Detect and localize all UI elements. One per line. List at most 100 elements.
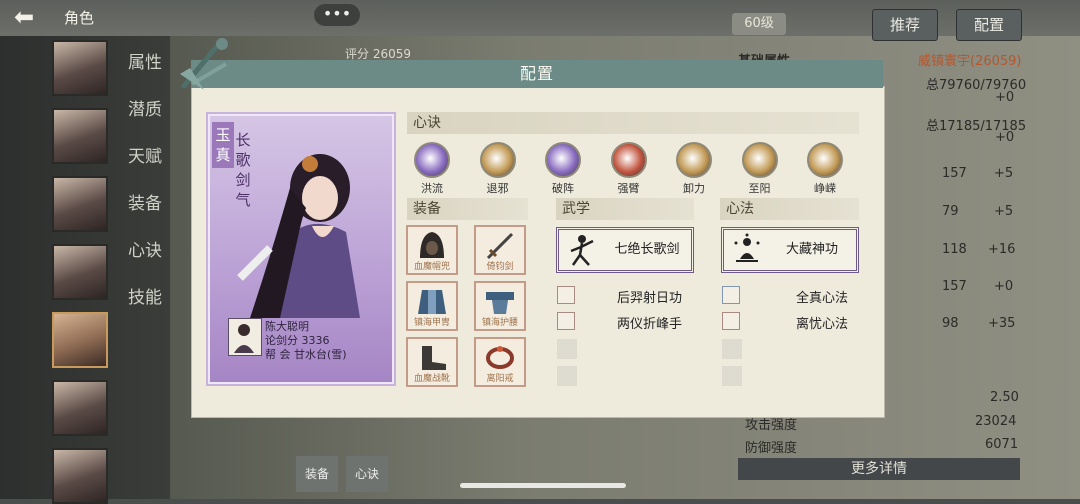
avatar-icon [234,324,254,353]
stat-extra-value: 2.50 [990,390,1019,405]
defense-label: 防御强度 [745,441,798,456]
back-arrow-icon[interactable]: ⬅ [6,4,42,30]
heart-section-header: 心诀 [407,112,859,134]
empty-mind-slot[interactable] [722,339,742,359]
equip-name: 倚钧剑 [486,262,514,272]
attack-value: 23024 [975,414,1017,429]
defense-value: 6071 [985,437,1019,452]
martial-sub-2: 两仪折峰手 [617,317,683,332]
heart-skill-icon[interactable] [807,142,843,178]
stat-value: 98 [942,316,959,331]
empty-mind-slot[interactable] [722,366,742,386]
ring-icon [486,346,514,369]
empty-martial-slot[interactable] [557,339,577,359]
palm-icon[interactable] [557,312,575,330]
equip-slot-ring[interactable]: 离阳戒 [474,337,526,387]
tab-potential[interactable]: 潜质 [128,95,168,120]
equip-name: 血魔帽兜 [413,262,450,272]
stat-delta: +5 [994,166,1014,181]
heart-skill-label: 洪流 [421,182,443,195]
equip-slot-belt[interactable]: 镇海护腰 [474,281,526,331]
martial-sub-1: 后羿射日功 [617,291,683,306]
belt-icon [486,292,514,314]
sword-ornament-icon [180,37,228,90]
config-button[interactable]: 配置 [956,9,1022,41]
heart-skill-icon[interactable] [414,142,450,178]
level-badge: 60级 [732,13,786,35]
equip-name: 离阳戒 [486,374,514,384]
modal-header: 配置 [191,60,883,88]
recommend-button[interactable]: 推荐 [872,9,938,41]
tab-equipment[interactable]: 装备 [128,189,168,214]
tab-heart[interactable]: 心诀 [128,236,168,261]
stat-value: 118 [942,242,967,257]
page-title: 角色 [64,9,95,27]
stat-delta: +5 [994,204,1014,219]
character-portrait[interactable] [52,244,108,300]
stat-value: 157 [942,279,967,294]
mp-delta: +0 [995,130,1015,145]
meditation-small-icon[interactable] [722,312,740,330]
more-options-button[interactable]: ••• [314,4,360,26]
heart-skill-label: 破阵 [552,182,574,195]
equip-slot-helmet[interactable]: 血魔帽兜 [406,225,458,275]
equip-section-header: 装备 [407,198,528,220]
heart-skill-label: 强臂 [617,182,640,195]
tab-attributes[interactable]: 属性 [128,48,168,73]
stat-value: 157 [942,166,967,181]
empty-martial-slot[interactable] [557,366,577,386]
avatar [228,318,262,356]
bottom-tab-equipment[interactable]: 装备 [296,456,338,492]
heart-skill-icon[interactable] [741,142,778,178]
stat-delta: +16 [988,242,1016,257]
modal-title: 配置 [519,64,554,83]
stat-delta: +0 [994,279,1014,294]
heart-skill-icon[interactable] [676,142,712,178]
mind-main-slot[interactable]: 大藏神功 [721,227,859,273]
mind-sub-2: 离忧心法 [796,317,849,332]
player-guild: 帮 会 甘水台(雪) [265,348,347,361]
character-portrait[interactable] [52,40,108,96]
boots-icon [422,346,446,370]
sword-icon [486,232,514,260]
character-portrait[interactable] [52,108,108,164]
character-tag: 玉真 [212,122,234,168]
equip-name: 镇海甲胄 [413,318,450,328]
sidebar: 属性 潜质 天赋 装备 心诀 技能 [0,36,170,504]
bottom-tab-heart[interactable]: 心诀 [346,456,388,492]
swordsman-icon [570,235,594,266]
heart-skill-icon[interactable] [479,142,516,178]
heart-skill-label: 卸力 [683,182,705,195]
tab-talent[interactable]: 天赋 [128,142,168,167]
stat-delta: +35 [988,316,1016,331]
martial-main-slot[interactable]: 七绝长歌剑 [556,227,694,273]
heart-skill-icon[interactable] [610,142,647,178]
character-style: 长歌剑气 [235,131,251,209]
title-rank: 威镇寰宇(26059) [918,54,1022,69]
equip-slot-boots[interactable]: 血魔战靴 [406,337,458,387]
character-portrait-selected[interactable] [52,312,108,368]
character-portrait[interactable] [52,176,108,232]
heart-skill-label: 至阳 [748,182,771,195]
mind-main-name: 大藏神功 [785,242,838,257]
equip-name: 镇海护腰 [481,318,518,328]
heart-skill-label: 峥嵘 [814,182,836,195]
tab-skills[interactable]: 技能 [128,283,168,308]
meditation-icon [734,233,760,262]
bow-icon[interactable] [557,286,575,304]
martial-section-header: 武学 [556,198,694,220]
heart-skill-icon[interactable] [545,142,581,178]
armor-icon [418,290,446,314]
equip-slot-armor[interactable]: 镇海甲胄 [406,281,458,331]
character-portrait[interactable] [52,448,108,504]
meditation-small-icon[interactable] [722,286,740,304]
home-indicator [460,483,626,488]
character-portrait[interactable] [52,380,108,436]
hood-icon [420,232,444,258]
martial-main-name: 七绝长歌剑 [614,242,680,257]
more-details-button[interactable]: 更多详情 [738,458,1020,480]
stat-value: 79 [942,204,959,219]
mind-section-header: 心法 [720,198,859,220]
equip-slot-weapon[interactable]: 倚钧剑 [474,225,526,275]
hp-delta: +0 [995,90,1015,105]
